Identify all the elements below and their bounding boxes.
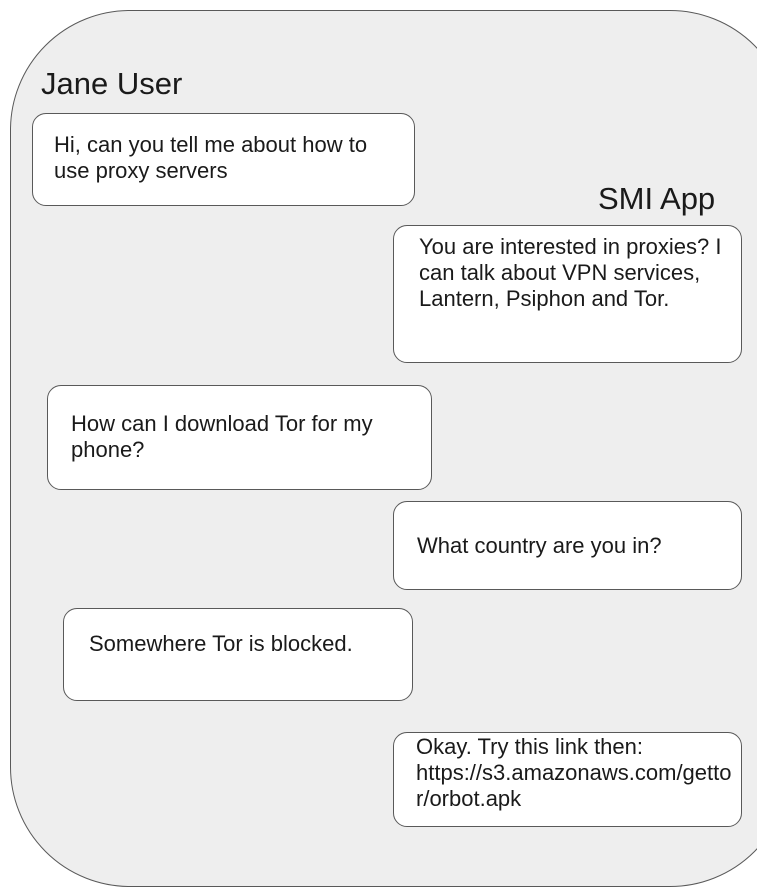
message-text: Somewhere Tor is blocked.: [89, 631, 353, 656]
message-text: Hi, can you tell me about how to use pro…: [54, 132, 368, 183]
app-name-label: SMI App: [598, 181, 716, 216]
message-bubble-user-2: How can I download Tor for my phone?: [47, 385, 432, 490]
message-text: Okay. Try this link then: https://s3.ama…: [416, 734, 732, 811]
message-bubble-app-3: Okay. Try this link then: https://s3.ama…: [393, 732, 742, 827]
message-bubble-user-1: Hi, can you tell me about how to use pro…: [32, 113, 415, 206]
message-text: What country are you in?: [417, 533, 662, 558]
message-text: How can I download Tor for my phone?: [71, 411, 373, 462]
user-name-label: Jane User: [41, 66, 183, 101]
message-bubble-app-2: What country are you in?: [393, 501, 742, 590]
message-bubble-user-3: Somewhere Tor is blocked.: [63, 608, 413, 701]
message-bubble-app-1: You are interested in proxies? I can tal…: [393, 225, 742, 363]
message-text: You are interested in proxies? I can tal…: [419, 234, 722, 311]
